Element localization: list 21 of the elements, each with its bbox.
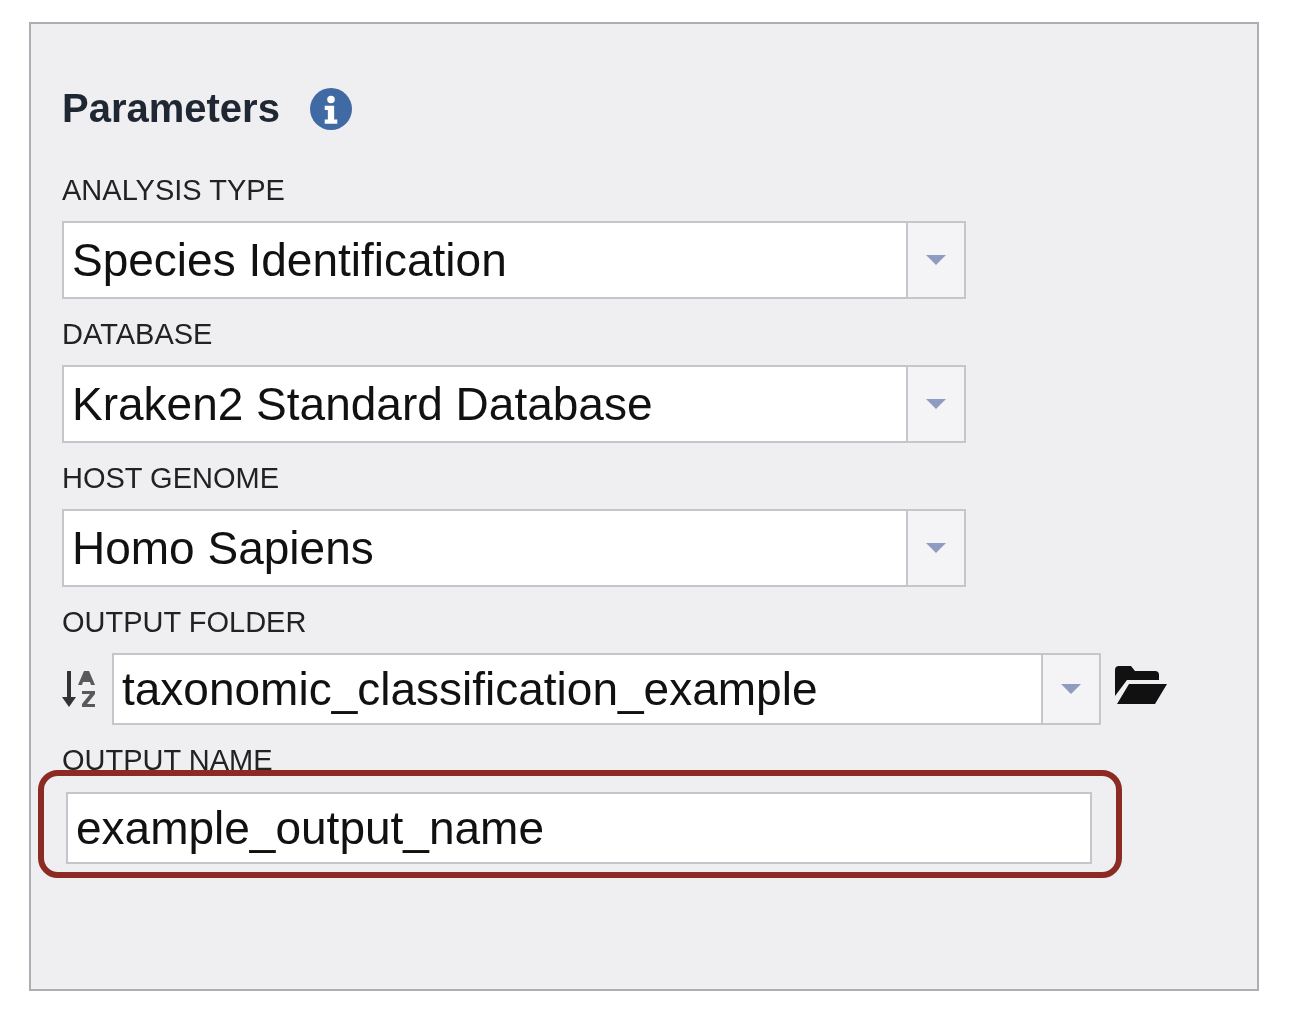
caret-icon xyxy=(926,254,946,265)
field-label: OUTPUT NAME xyxy=(62,744,274,777)
dropdown-button[interactable] xyxy=(906,366,964,441)
caret-icon xyxy=(1061,683,1081,694)
caret-icon xyxy=(926,542,946,553)
dropdown-button[interactable] xyxy=(906,222,964,297)
field-label: ANALYSIS TYPE xyxy=(62,175,286,207)
dropdown-field[interactable]: Homo Sapiens xyxy=(62,508,966,587)
dropdown-button[interactable] xyxy=(906,510,964,585)
folder-icon[interactable] xyxy=(1115,665,1167,704)
caret-icon xyxy=(926,398,946,409)
dropdown-field[interactable]: Species Identification xyxy=(62,220,966,299)
output-name-field[interactable]: example_output_name xyxy=(66,792,1092,865)
info-icon[interactable] xyxy=(309,87,352,130)
dropdown-field[interactable]: taxonomic_classification_example xyxy=(112,652,1101,725)
panel-title: Parameters xyxy=(62,86,280,131)
dropdown-field[interactable]: Kraken2 Standard Database xyxy=(62,364,966,443)
dropdown-button[interactable] xyxy=(1041,654,1099,723)
field-label: HOST GENOME xyxy=(62,462,280,495)
field-label: DATABASE xyxy=(62,318,214,351)
field-label: OUTPUT FOLDER xyxy=(62,606,308,639)
